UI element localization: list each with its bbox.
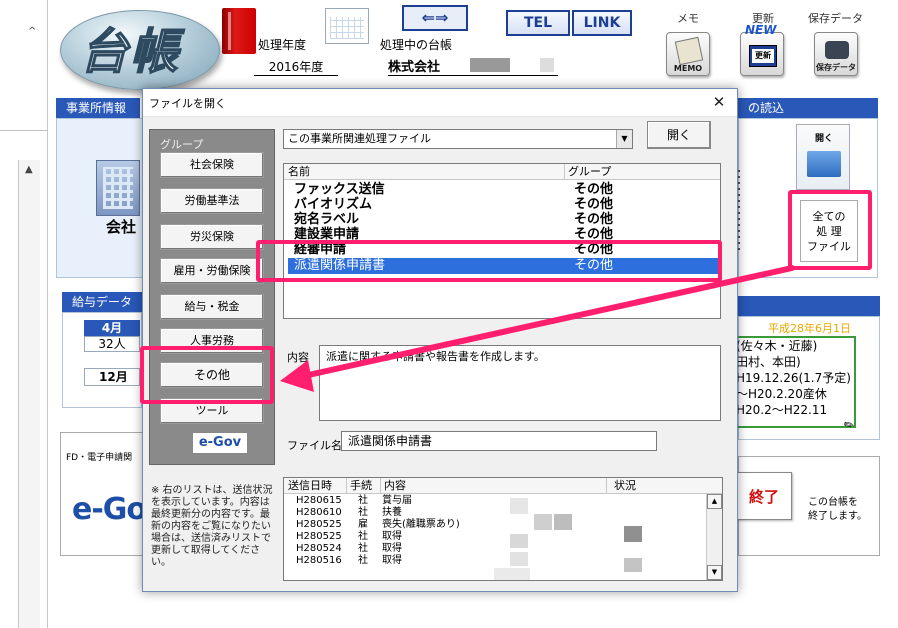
annotation-arrow (280, 265, 795, 392)
